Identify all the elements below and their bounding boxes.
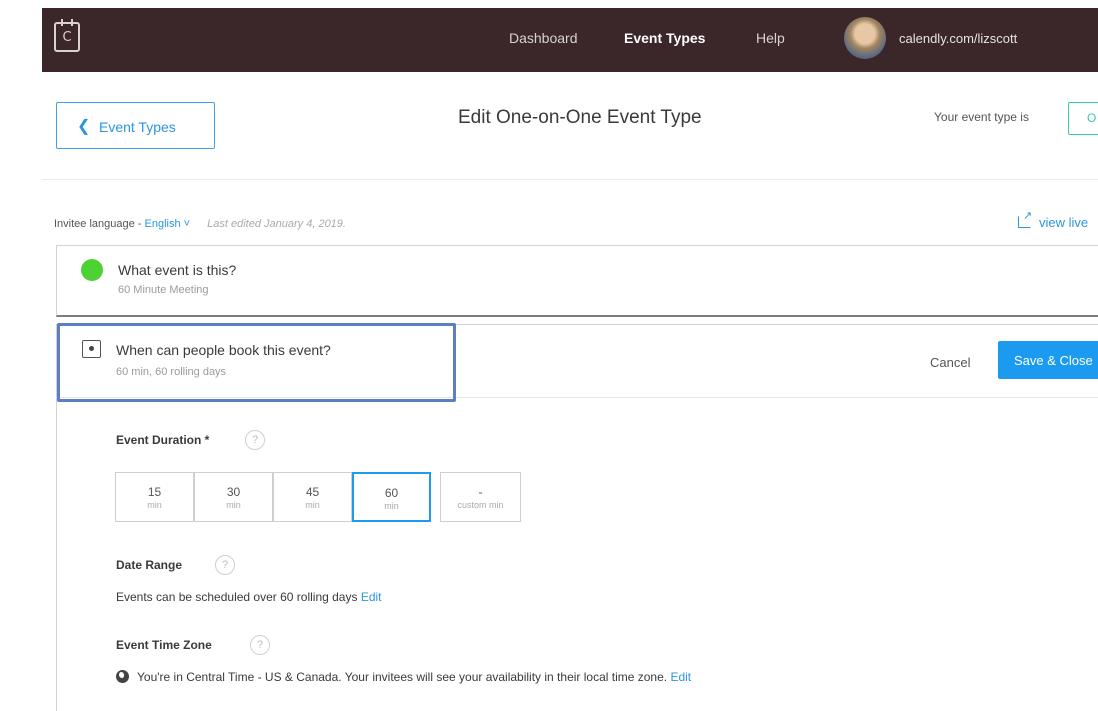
back-button-label: Event Types: [99, 119, 176, 135]
date-range-description: Events can be scheduled over 60 rolling …: [116, 590, 358, 604]
time-zone-help-icon[interactable]: ?: [250, 635, 270, 655]
language-prefix: Invitee language -: [54, 218, 145, 230]
section-what-subtitle: 60 Minute Meeting: [118, 284, 209, 296]
globe-icon: [116, 670, 129, 683]
date-range-edit-link[interactable]: Edit: [361, 590, 382, 604]
language-dropdown[interactable]: English ˅: [145, 218, 191, 230]
time-zone-edit-link[interactable]: Edit: [670, 670, 691, 684]
duration-option-15[interactable]: 15 min: [115, 472, 194, 522]
event-status-label: Your event type is: [934, 110, 1029, 124]
chevron-down-icon: ˅: [183, 218, 191, 230]
duration-value: -: [478, 485, 483, 499]
save-and-close-button[interactable]: Save & Close: [998, 341, 1098, 379]
date-range-label: Date Range: [116, 558, 183, 572]
nav-dashboard[interactable]: Dashboard: [509, 30, 578, 46]
duration-option-45[interactable]: 45 min: [273, 472, 352, 522]
language-value: English: [144, 218, 181, 230]
meta-line: Invitee language - English ˅ Last edited…: [54, 218, 346, 230]
time-zone-description: You're in Central Time - US & Canada. Yo…: [137, 670, 668, 684]
complete-status-dot-icon: [81, 259, 103, 281]
date-range-help-icon[interactable]: ?: [215, 555, 235, 575]
nav-event-types[interactable]: Event Types: [624, 30, 705, 46]
section-what-event[interactable]: What event is this? 60 Minute Meeting: [56, 245, 1098, 317]
duration-value: 60: [384, 486, 399, 500]
duration-unit: custom min: [457, 500, 504, 510]
event-status-toggle[interactable]: O: [1068, 102, 1098, 135]
duration-value: 15: [147, 485, 162, 499]
user-avatar[interactable]: [844, 17, 886, 59]
last-edited-text: Last edited January 4, 2019.: [207, 218, 346, 230]
date-range-text: Events can be scheduled over 60 rolling …: [116, 590, 382, 604]
back-to-event-types-button[interactable]: ❮ Event Types: [56, 102, 215, 149]
page-title: Edit One-on-One Event Type: [458, 107, 702, 128]
view-live-label: view live: [1039, 215, 1089, 230]
duration-value: 45: [305, 485, 320, 499]
cancel-button[interactable]: Cancel: [930, 355, 970, 370]
external-link-icon: [1018, 209, 1032, 228]
status-toggle-label: O: [1087, 111, 1097, 125]
highlight-annotation-box: [57, 323, 456, 402]
event-duration-label: Event Duration *: [116, 433, 210, 447]
nav-help[interactable]: Help: [756, 30, 785, 46]
chevron-left-icon: ❮: [77, 118, 91, 135]
duration-unit: min: [226, 500, 241, 510]
duration-unit: min: [384, 501, 399, 511]
time-zone-text: You're in Central Time - US & Canada. Yo…: [116, 670, 691, 684]
header-divider: [42, 179, 1098, 180]
top-navigation-bar: C Dashboard Event Types Help calendly.co…: [42, 8, 1098, 72]
duration-option-60[interactable]: 60 min: [352, 472, 431, 522]
duration-help-icon[interactable]: ?: [245, 430, 265, 450]
time-zone-label: Event Time Zone: [116, 638, 212, 652]
user-url-link[interactable]: calendly.com/lizscott: [899, 31, 1017, 46]
duration-unit: min: [147, 500, 162, 510]
duration-value: 30: [226, 485, 241, 499]
duration-option-30[interactable]: 30 min: [194, 472, 273, 522]
duration-unit: min: [305, 500, 320, 510]
view-live-link[interactable]: view live: [1018, 209, 1089, 230]
save-button-label: Save & Close: [1014, 353, 1093, 368]
logo-letter: C: [62, 30, 72, 45]
section-what-title: What event is this?: [118, 262, 237, 278]
calendly-logo-icon[interactable]: C: [54, 19, 80, 52]
duration-option-custom[interactable]: - custom min: [440, 472, 521, 522]
